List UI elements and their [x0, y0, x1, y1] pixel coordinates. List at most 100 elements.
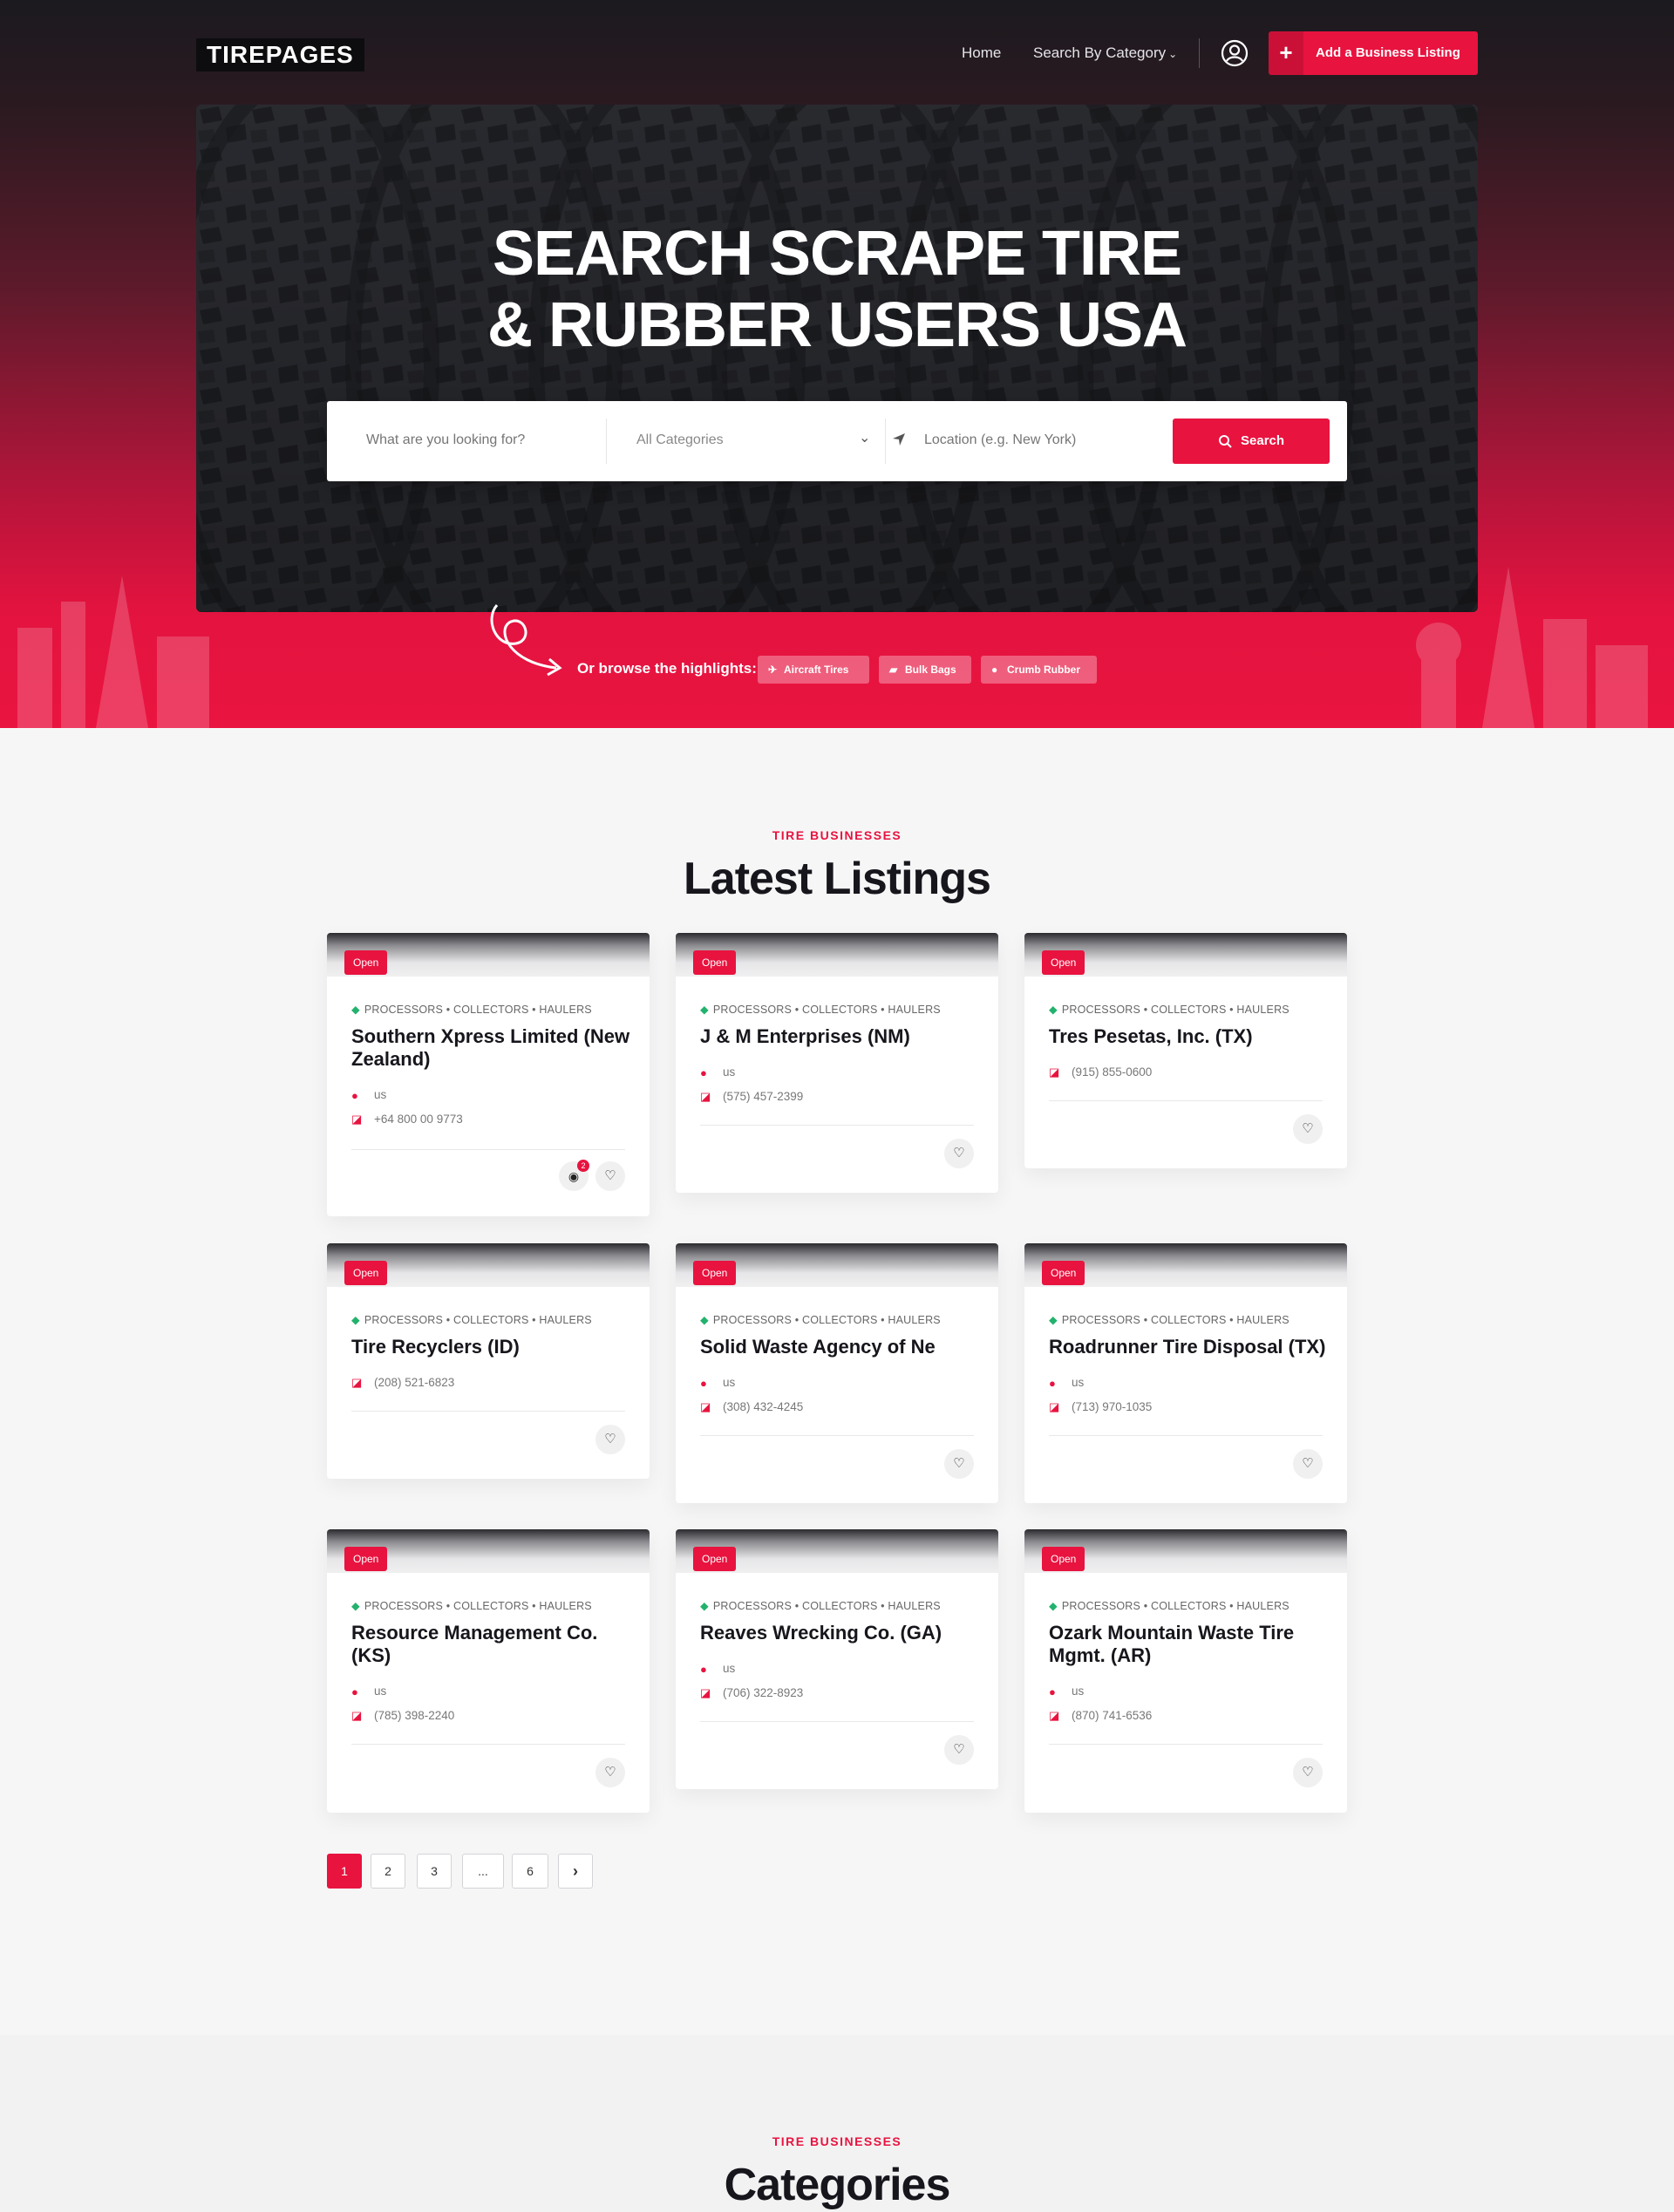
category-select[interactable]: All Categories [636, 432, 724, 448]
listing-location-text: us [374, 1685, 387, 1698]
hero-title-line-2: & RUBBER USERS USA [487, 290, 1187, 360]
listing-title[interactable]: Tres Pesetas, Inc. (TX) [1049, 1025, 1328, 1048]
favorite-heart-icon[interactable]: ♡ [595, 1161, 625, 1191]
categories-section: TIRE BUSINESSES Categories [0, 2035, 1674, 2212]
page-6-button[interactable]: 6 [512, 1854, 548, 1889]
favorite-heart-icon[interactable]: ♡ [944, 1139, 974, 1168]
search-icon [1219, 435, 1232, 448]
favorite-heart-icon[interactable]: ♡ [944, 1735, 974, 1765]
listing-categories: ◆ PROCESSORS • COLLECTORS • HAULERS [351, 1003, 592, 1016]
listing-categories-text: PROCESSORS • COLLECTORS • HAULERS [712, 1004, 941, 1016]
highlight-bulk-bags[interactable]: ▰ Bulk Bags [879, 656, 971, 684]
favorite-heart-icon[interactable]: ♡ [1293, 1758, 1323, 1787]
highlight-label: Crumb Rubber [1007, 664, 1080, 676]
listing-card[interactable]: Open ◆ PROCESSORS • COLLECTORS • HAULERS … [676, 1243, 998, 1503]
status-badge: Open [1042, 1261, 1085, 1285]
favorite-heart-icon[interactable]: ♡ [1293, 1449, 1323, 1479]
page-1-button[interactable]: 1 [327, 1854, 362, 1889]
nav-search-by-category-label: Search By Category [1033, 44, 1167, 61]
listing-categories-text: PROCESSORS • COLLECTORS • HAULERS [712, 1600, 941, 1612]
listing-card[interactable]: Open ◆ PROCESSORS • COLLECTORS • HAULERS … [327, 1243, 650, 1479]
add-business-listing-button[interactable]: + Add a Business Listing [1269, 31, 1478, 75]
nav-home-link[interactable]: Home [962, 44, 1001, 62]
chevron-down-icon: ⌄ [1168, 48, 1178, 60]
nav-search-by-category[interactable]: Search By Category ⌄ [1033, 44, 1177, 62]
browse-highlights-label: Or browse the highlights: [577, 660, 757, 677]
search-keyword-input[interactable] [366, 432, 602, 448]
listing-location: ● us [351, 1685, 386, 1698]
listing-location-text: us [723, 1065, 736, 1079]
categories-title: Categories [724, 2160, 951, 2210]
listing-card[interactable]: Open ◆ PROCESSORS • COLLECTORS • HAULERS … [1024, 933, 1347, 1168]
listing-title[interactable]: Solid Waste Agency of Ne [700, 1336, 979, 1358]
listing-phone[interactable]: ◪ (208) 521-6823 [351, 1376, 454, 1390]
listing-card[interactable]: Open ◆ PROCESSORS • COLLECTORS • HAULERS … [327, 933, 650, 1216]
top-navigation: TIREPAGES Home Search By Category ⌄ + Add… [196, 31, 1478, 75]
listing-phone[interactable]: ◪ (713) 970-1035 [1049, 1400, 1152, 1414]
phone-icon: ◪ [700, 1686, 711, 1700]
listing-phone-text: (308) 432-4245 [723, 1400, 804, 1413]
listing-card[interactable]: Open ◆ PROCESSORS • COLLECTORS • HAULERS … [1024, 1243, 1347, 1503]
page-ellipsis: ... [462, 1854, 504, 1889]
status-badge: Open [344, 950, 388, 975]
listing-title[interactable]: Ozark Mountain Waste Tire Mgmt. (AR) [1049, 1622, 1328, 1667]
listing-phone[interactable]: ◪ +64 800 00 9773 [351, 1113, 463, 1126]
listing-phone[interactable]: ◪ (706) 322-8923 [700, 1686, 803, 1700]
search-button-label: Search [1241, 433, 1285, 448]
next-page-button[interactable]: › [558, 1854, 593, 1889]
listings-title: Latest Listings [684, 854, 991, 904]
listing-location: ● us [700, 1376, 735, 1390]
listing-phone-text: (785) 398-2240 [374, 1709, 455, 1722]
chevron-down-icon[interactable]: ⌄ [859, 429, 870, 446]
site-logo[interactable]: TIREPAGES [196, 38, 364, 71]
listing-categories: ◆ PROCESSORS • COLLECTORS • HAULERS [351, 1313, 592, 1326]
listing-title[interactable]: Tire Recyclers (ID) [351, 1336, 630, 1358]
phone-icon: ◪ [1049, 1065, 1060, 1079]
listing-title[interactable]: Reaves Wrecking Co. (GA) [700, 1622, 979, 1644]
card-divider [351, 1744, 625, 1745]
listing-title[interactable]: Resource Management Co. (KS) [351, 1622, 630, 1667]
add-listing-label: Add a Business Listing [1316, 45, 1460, 60]
listing-card[interactable]: Open ◆ PROCESSORS • COLLECTORS • HAULERS … [676, 933, 998, 1193]
listing-categories-text: PROCESSORS • COLLECTORS • HAULERS [1061, 1600, 1290, 1612]
tag-icon: ◆ [351, 1314, 360, 1326]
status-badge: Open [693, 1547, 737, 1571]
page-2-button[interactable]: 2 [371, 1854, 405, 1889]
location-input[interactable] [924, 432, 1151, 448]
search-button[interactable]: Search [1173, 419, 1330, 464]
listing-categories-text: PROCESSORS • COLLECTORS • HAULERS [364, 1004, 592, 1016]
listing-phone[interactable]: ◪ (575) 457-2399 [700, 1090, 803, 1104]
listing-location-text: us [723, 1376, 736, 1389]
listing-title[interactable]: Southern Xpress Limited (New Zealand) [351, 1025, 630, 1071]
listing-title[interactable]: Roadrunner Tire Disposal (TX) [1049, 1336, 1328, 1358]
listing-card[interactable]: Open ◆ PROCESSORS • COLLECTORS • HAULERS … [327, 1529, 650, 1813]
listing-phone[interactable]: ◪ (915) 855-0600 [1049, 1065, 1152, 1079]
listing-location: ● us [700, 1662, 735, 1676]
search-form: All Categories ⌄ Search [327, 401, 1347, 481]
listing-phone-text: (870) 741-6536 [1072, 1709, 1153, 1722]
page-3-button[interactable]: 3 [417, 1854, 452, 1889]
plane-icon: ✈ [768, 664, 778, 676]
highlight-aircraft-tires[interactable]: ✈ Aircraft Tires [758, 656, 869, 684]
listing-phone[interactable]: ◪ (785) 398-2240 [351, 1709, 454, 1723]
location-arrow-icon[interactable] [892, 432, 906, 446]
listing-title[interactable]: J & M Enterprises (NM) [700, 1025, 979, 1048]
listing-phone-text: (575) 457-2399 [723, 1090, 804, 1103]
card-divider [1049, 1435, 1323, 1436]
favorite-heart-icon[interactable]: ♡ [595, 1425, 625, 1454]
tag-icon: ◆ [351, 1600, 360, 1612]
tag-icon: ◆ [700, 1314, 709, 1326]
favorite-heart-icon[interactable]: ♡ [944, 1449, 974, 1479]
listing-card[interactable]: Open ◆ PROCESSORS • COLLECTORS • HAULERS … [676, 1529, 998, 1789]
user-account-icon[interactable] [1220, 38, 1249, 68]
card-divider [700, 1125, 974, 1126]
listing-card[interactable]: Open ◆ PROCESSORS • COLLECTORS • HAULERS … [1024, 1529, 1347, 1813]
listing-categories-text: PROCESSORS • COLLECTORS • HAULERS [364, 1314, 592, 1326]
highlight-crumb-rubber[interactable]: ● Crumb Rubber [981, 656, 1097, 684]
tag-icon: ◆ [700, 1600, 709, 1612]
listing-phone[interactable]: ◪ (870) 741-6536 [1049, 1709, 1152, 1723]
phone-icon: ◪ [700, 1090, 711, 1104]
favorite-heart-icon[interactable]: ♡ [595, 1758, 625, 1787]
listing-phone[interactable]: ◪ (308) 432-4245 [700, 1400, 803, 1414]
favorite-heart-icon[interactable]: ♡ [1293, 1114, 1323, 1144]
